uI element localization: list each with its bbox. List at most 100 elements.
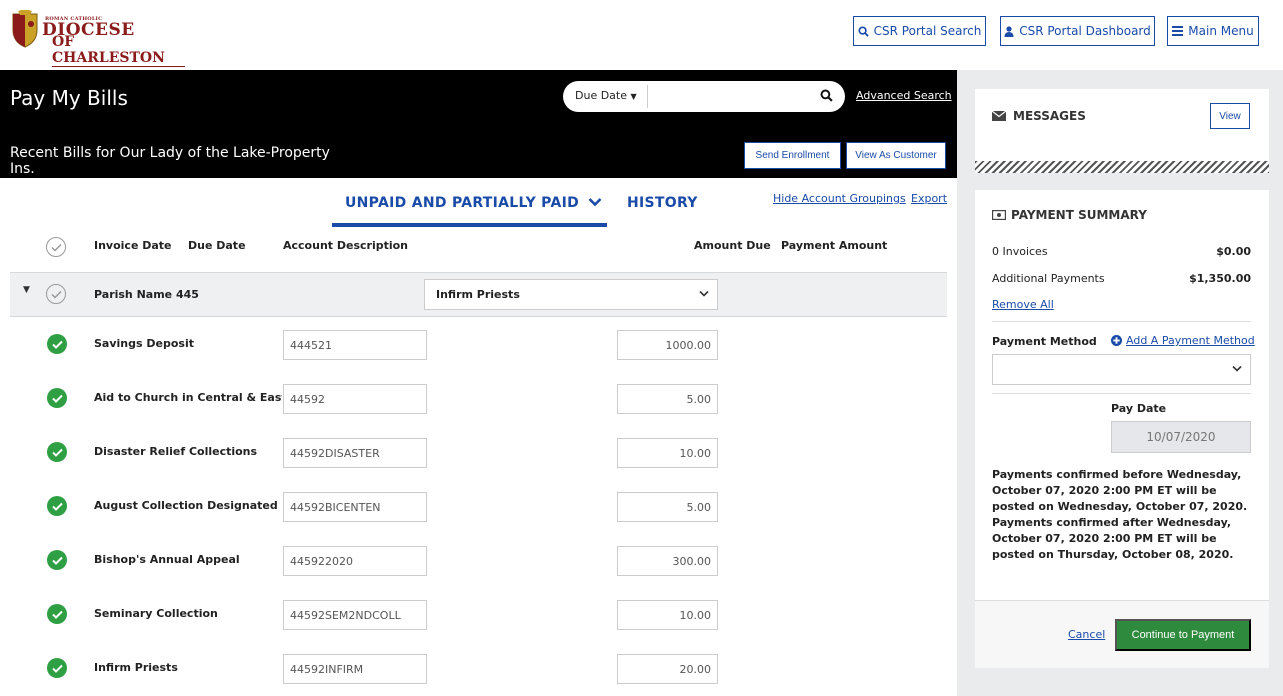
search-input[interactable] <box>653 86 813 107</box>
header-account-description[interactable]: Account Description <box>283 239 408 252</box>
payment-method-label: Payment Method <box>992 335 1097 348</box>
row-account-number-field[interactable]: 445922020 <box>283 546 427 576</box>
row-account-number-field[interactable]: 44592BICENTEN <box>283 492 427 522</box>
row-selected-check[interactable] <box>47 388 67 408</box>
money-icon <box>992 210 1006 220</box>
row-account-number-field[interactable]: 44592DISASTER <box>283 438 427 468</box>
search-filter-dropdown[interactable]: Due Date ▼ <box>575 89 637 102</box>
row-selected-check[interactable] <box>47 334 67 354</box>
advanced-search-link[interactable]: Advanced Search <box>856 89 952 102</box>
select-all-checkbox[interactable] <box>46 237 66 257</box>
send-enrollment-button[interactable]: Send Enrollment <box>744 142 841 169</box>
continue-to-payment-button[interactable]: Continue to Payment <box>1115 619 1251 651</box>
user-icon <box>1004 25 1014 37</box>
invoices-count: 0 Invoices <box>992 245 1048 258</box>
header-amount-due[interactable]: Amount Due <box>694 239 771 252</box>
tab-unpaid-label: UNPAID AND PARTIALLY PAID <box>345 195 580 211</box>
check-icon <box>50 243 62 252</box>
csr-portal-dashboard-button[interactable]: CSR Portal Dashboard <box>1000 16 1155 46</box>
logo-line2: OF CHARLESTON <box>52 34 185 67</box>
check-icon <box>51 340 63 349</box>
crest-icon <box>12 10 38 48</box>
expand-triangle-icon[interactable]: ▼ <box>23 285 30 295</box>
check-icon <box>51 610 63 619</box>
additional-payments-total: $1,350.00 <box>1189 272 1251 285</box>
row-payment-amount-input[interactable]: 1000.00 <box>617 330 718 360</box>
tab-unpaid[interactable]: UNPAID AND PARTIALLY PAID <box>345 195 602 211</box>
caret-down-icon: ▼ <box>630 92 637 101</box>
main-menu-label: Main Menu <box>1188 24 1254 38</box>
row-account-name: Infirm Priests <box>94 661 178 674</box>
chevron-down-icon <box>1232 365 1242 372</box>
group-account-select-value: Infirm Priests <box>436 288 520 301</box>
messages-title-label: MESSAGES <box>1013 109 1086 123</box>
group-select-checkbox[interactable] <box>46 284 66 304</box>
export-link[interactable]: Export <box>911 192 947 205</box>
main-menu-button[interactable]: Main Menu <box>1167 16 1259 46</box>
group-name: Parish Name 445 <box>94 288 199 301</box>
pay-date-label: Pay Date <box>1111 402 1167 415</box>
row-account-name: Disaster Relief Collections <box>94 445 258 458</box>
row-selected-check[interactable] <box>47 658 67 678</box>
payment-summary-title-label: PAYMENT SUMMARY <box>1011 208 1147 222</box>
hamburger-icon <box>1172 26 1184 36</box>
check-icon <box>51 502 63 511</box>
page-subtitle: Recent Bills for Our Lady of the Lake-Pr… <box>10 145 330 177</box>
additional-payments-label: Additional Payments <box>992 272 1105 285</box>
header-payment-amount[interactable]: Payment Amount <box>781 239 887 252</box>
group-account-select[interactable]: Infirm Priests <box>424 279 718 310</box>
page-header: Pay My Bills Due Date ▼ Advanced Search … <box>0 70 957 178</box>
row-account-name: Bishop's Annual Appeal <box>94 553 240 566</box>
check-icon <box>51 556 63 565</box>
row-payment-amount-input[interactable]: 300.00 <box>617 546 718 576</box>
check-icon <box>51 664 63 673</box>
row-selected-check[interactable] <box>47 604 67 624</box>
row-payment-amount-input[interactable]: 5.00 <box>617 492 718 522</box>
row-selected-check[interactable] <box>47 496 67 516</box>
row-account-number-field[interactable]: 44592SEM2NDCOLL <box>283 600 427 630</box>
page-title: Pay My Bills <box>10 86 128 110</box>
search-icon <box>858 25 869 37</box>
search-filter-label: Due Date <box>575 89 627 102</box>
check-icon <box>51 394 63 403</box>
view-as-customer-button[interactable]: View As Customer <box>846 142 946 169</box>
plus-circle-icon <box>1111 335 1122 346</box>
row-account-name: Aid to Church in Central & Eastern <box>94 391 282 404</box>
search-icon[interactable] <box>820 89 833 102</box>
diocese-logo[interactable]: ROMAN CATHOLIC DIOCESE OF CHARLESTON <box>10 10 185 67</box>
envelope-icon <box>992 111 1006 121</box>
row-account-number-field[interactable]: 44592 <box>283 384 427 414</box>
check-icon <box>50 290 62 299</box>
chevron-down-icon <box>588 198 602 207</box>
search-divider <box>647 85 648 108</box>
active-tab-indicator <box>332 223 607 227</box>
row-payment-amount-input[interactable]: 10.00 <box>617 438 718 468</box>
row-payment-amount-input[interactable]: 5.00 <box>617 384 718 414</box>
add-payment-method-link[interactable]: Add A Payment Method <box>1111 334 1255 347</box>
row-account-name: Savings Deposit <box>94 337 194 350</box>
hide-account-groupings-link[interactable]: Hide Account Groupings <box>773 192 906 205</box>
remove-all-link[interactable]: Remove All <box>992 298 1054 311</box>
pay-date-field[interactable]: 10/07/2020 <box>1111 421 1251 453</box>
chevron-down-icon <box>699 290 709 297</box>
messages-divider-hatch <box>975 161 1269 173</box>
row-account-number-field[interactable]: 44592INFIRM <box>283 654 427 684</box>
top-bar: ROMAN CATHOLIC DIOCESE OF CHARLESTON CSR… <box>0 0 1283 70</box>
tab-history[interactable]: HISTORY <box>627 195 698 211</box>
summary-divider <box>992 321 1251 322</box>
row-account-number-field[interactable]: 444521 <box>283 330 427 360</box>
check-icon <box>51 448 63 457</box>
search-bar: Due Date ▼ <box>563 81 845 112</box>
csr-portal-search-button[interactable]: CSR Portal Search <box>853 16 986 46</box>
row-selected-check[interactable] <box>47 550 67 570</box>
row-account-name: Seminary Collection <box>94 607 218 620</box>
payment-method-select[interactable] <box>992 354 1251 385</box>
messages-view-button[interactable]: View <box>1210 103 1250 129</box>
header-due-date[interactable]: Due Date <box>188 239 246 252</box>
row-selected-check[interactable] <box>47 442 67 462</box>
add-payment-method-label: Add A Payment Method <box>1126 334 1255 347</box>
cancel-link[interactable]: Cancel <box>1068 628 1105 641</box>
row-payment-amount-input[interactable]: 10.00 <box>617 600 718 630</box>
header-invoice-date[interactable]: Invoice Date <box>94 239 172 252</box>
row-payment-amount-input[interactable]: 20.00 <box>617 654 718 684</box>
